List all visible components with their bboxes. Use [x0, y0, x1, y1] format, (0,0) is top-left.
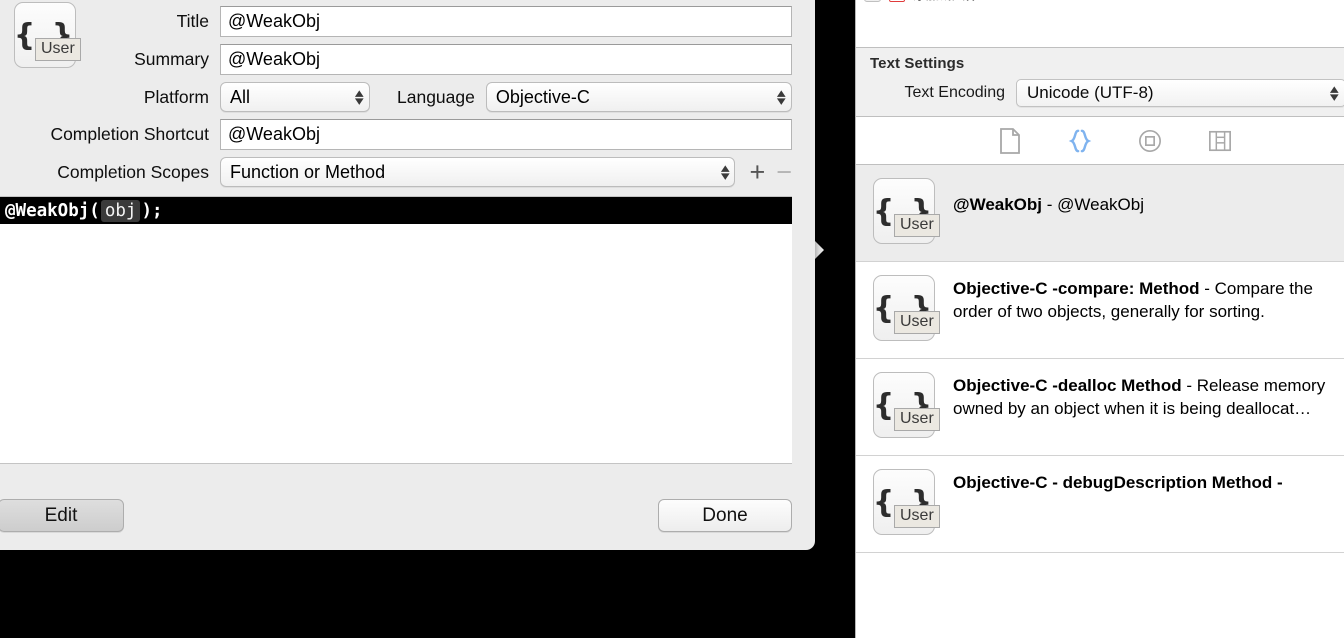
title-input[interactable]: @WeakObj: [220, 6, 792, 37]
user-badge: User: [894, 311, 940, 335]
summary-input[interactable]: @WeakObj: [220, 44, 792, 75]
snippet-icon: { } User: [873, 372, 940, 442]
title-label: Title: [176, 11, 209, 31]
completion-shortcut-label: Completion Shortcut: [50, 124, 209, 144]
inspector-icon-tabs: [856, 117, 1344, 165]
snippet-form: { } User Title @WeakObj Summary @WeakObj…: [0, 0, 808, 187]
platform-select[interactable]: All ▴ ▾: [220, 82, 370, 112]
snippet-icon: { } User: [14, 2, 81, 72]
media-object-icon[interactable]: [1138, 128, 1162, 154]
completion-scopes-select[interactable]: Function or Method ▴ ▾: [220, 157, 736, 187]
text-encoding-label: Text Encoding: [904, 84, 1005, 101]
chevron-updown-icon: ▴ ▾: [355, 84, 365, 108]
list-item[interactable]: { } User Objective-C -compare: Method - …: [856, 262, 1344, 359]
list-item-text: Objective-C - debugDescription Method -: [939, 469, 1330, 494]
code-line[interactable]: @WeakObj(obj);: [0, 197, 792, 224]
chevron-icon[interactable]: ▾: [864, 0, 881, 2]
title-row: { } User Title @WeakObj: [0, 2, 792, 68]
user-badge: User: [35, 38, 81, 62]
summary-value: @WeakObj: [228, 49, 320, 69]
language-value: Objective-C: [495, 86, 590, 107]
completion-shortcut-input[interactable]: @WeakObj: [220, 119, 792, 150]
inspector-panel: ▾ 添加新文件256 Text Settings Text Encoding U…: [855, 0, 1344, 638]
inspector-blank-area: [856, 12, 1344, 48]
code-token-placeholder[interactable]: obj: [100, 199, 141, 222]
list-item[interactable]: { } User @WeakObj - @WeakObj: [856, 165, 1344, 262]
text-encoding-select[interactable]: Unicode (UTF-8) ▴ ▾: [1016, 79, 1344, 107]
snippet-icon: { } User: [873, 275, 940, 345]
chevron-updown-icon: ▴ ▾: [1330, 80, 1340, 104]
text-settings-header: Text Settings: [856, 48, 1344, 79]
completion-shortcut-value: @WeakObj: [228, 124, 320, 144]
chevron-updown-icon: ▴ ▾: [720, 159, 730, 183]
snippet-icon: { } User: [873, 469, 940, 539]
language-select[interactable]: Objective-C ▴ ▾: [485, 82, 792, 112]
braces-snippet-icon[interactable]: [1068, 128, 1092, 154]
list-item[interactable]: { } User Objective-C -dealloc Method - R…: [856, 359, 1344, 456]
completion-list: { } User @WeakObj - @WeakObj { } User Ob…: [856, 165, 1344, 553]
edit-button[interactable]: Edit: [0, 499, 124, 532]
snippet-editor-popover: { } User Title @WeakObj Summary @WeakObj…: [0, 0, 808, 547]
platform-value: All: [230, 86, 251, 107]
platform-label: Platform: [143, 86, 209, 107]
file-icon[interactable]: [998, 127, 1022, 154]
add-scope-button[interactable]: +: [749, 158, 765, 186]
user-badge: User: [894, 408, 940, 432]
text-encoding-row: Text Encoding Unicode (UTF-8) ▴ ▾: [856, 79, 1344, 117]
inspector-partial-top-row: ▾ 添加新文件256: [856, 0, 1344, 12]
chevron-updown-icon: ▴ ▾: [777, 84, 787, 108]
summary-row: Summary @WeakObj: [0, 44, 792, 75]
list-item-title: @WeakObj: [953, 195, 1043, 214]
list-item[interactable]: { } User Objective-C - debugDescription …: [856, 456, 1344, 553]
scope-add-remove-controls: + −: [735, 158, 792, 186]
list-item-text: @WeakObj - @WeakObj: [939, 178, 1330, 216]
list-item-title: Objective-C - debugDescription Method -: [953, 473, 1283, 492]
partial-row-label: 添加新文件256: [913, 0, 1000, 3]
language-label: Language: [397, 86, 475, 107]
platform-language-row: Platform All ▴ ▾ Language Objective-C ▴ ▾: [0, 82, 792, 112]
popover-footer: Edit Done: [0, 484, 808, 547]
text-encoding-value: Unicode (UTF-8): [1027, 83, 1154, 102]
code-prefix: @WeakObj(: [5, 200, 100, 221]
list-item-description: - @WeakObj: [1042, 195, 1144, 214]
red-file-icon: [889, 0, 905, 2]
code-suffix: );: [141, 200, 163, 221]
list-item-title: Objective-C -compare: Method: [953, 279, 1200, 298]
list-item-title: Objective-C -dealloc Method: [953, 376, 1182, 395]
snippet-code-editor[interactable]: @WeakObj(obj);: [0, 196, 792, 464]
list-item-text: Objective-C -compare: Method - Compare t…: [939, 275, 1330, 324]
title-value: @WeakObj: [228, 11, 320, 31]
completion-shortcut-row: Completion Shortcut @WeakObj: [0, 119, 792, 150]
user-badge: User: [894, 505, 940, 529]
completion-scopes-label: Completion Scopes: [57, 161, 209, 182]
user-badge: User: [894, 214, 940, 238]
remove-scope-button[interactable]: −: [776, 158, 792, 186]
snippet-icon: { } User: [873, 178, 940, 248]
completion-scopes-value: Function or Method: [230, 161, 386, 182]
done-button[interactable]: Done: [658, 499, 792, 532]
film-list-icon[interactable]: [1208, 128, 1232, 154]
list-item-text: Objective-C -dealloc Method - Release me…: [939, 372, 1330, 421]
completion-scopes-row: Completion Scopes Function or Method ▴ ▾ …: [0, 157, 792, 187]
